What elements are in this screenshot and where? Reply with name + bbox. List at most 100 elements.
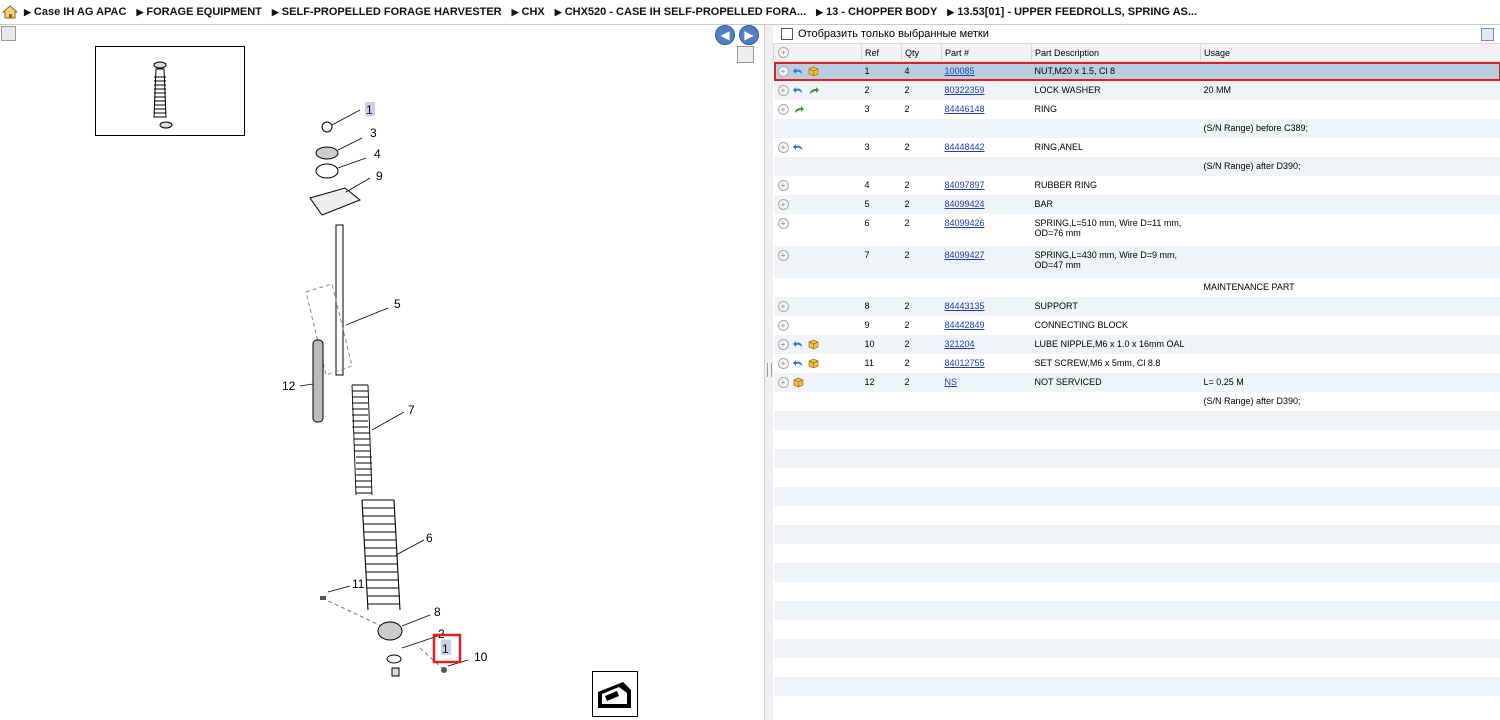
breadcrumb-item-4[interactable]: ▶ CHX520 - CASE IH SELF-PROPELLED FORA... bbox=[555, 6, 806, 18]
package-icon[interactable] bbox=[793, 377, 804, 388]
table-row[interactable]: +2 2 80322359 LOCK WASHER 20 MM bbox=[773, 80, 1500, 100]
header-part[interactable]: Part # bbox=[941, 43, 1032, 62]
breadcrumb-item-6[interactable]: ▶ 13.53[01] - UPPER FEEDROLLS, SPRING AS.… bbox=[947, 6, 1197, 18]
add-to-cart-icon[interactable]: + bbox=[777, 338, 789, 350]
table-row[interactable]: +6 2 84099426 SPRING,L=510 mm, Wire D=11 mm… bbox=[774, 214, 1500, 246]
callout-10[interactable]: 10 bbox=[474, 650, 488, 664]
part-number-link[interactable]: 80322359 bbox=[945, 85, 985, 95]
undo-icon[interactable] bbox=[792, 339, 804, 350]
part-number-link[interactable]: 84442849 bbox=[945, 320, 985, 330]
add-to-cart-icon[interactable]: + bbox=[777, 141, 789, 153]
table-row[interactable]: +1 4 100085 NUT,M20 x 1.5, Cl 8 bbox=[773, 61, 1500, 81]
table-row[interactable]: MAINTENANCE PART bbox=[774, 278, 1500, 297]
undo-icon[interactable] bbox=[792, 142, 804, 153]
ref-cell: 3 bbox=[864, 141, 870, 152]
table-row[interactable]: +3 2 84448442 RING,ANEL bbox=[774, 138, 1500, 157]
callout-9[interactable]: 9 bbox=[376, 169, 383, 183]
package-icon[interactable] bbox=[808, 66, 819, 77]
undo-icon[interactable] bbox=[792, 85, 804, 96]
header-description[interactable]: Part Description bbox=[1031, 43, 1201, 62]
header-ref[interactable]: Ref bbox=[861, 43, 902, 62]
add-to-cart-icon[interactable]: + bbox=[777, 217, 789, 229]
add-to-cart-icon[interactable]: + bbox=[777, 376, 789, 388]
zoom-out-icon[interactable] bbox=[592, 671, 638, 717]
usage-cell: (S/N Range) after D390; bbox=[1200, 156, 1500, 176]
table-row[interactable]: +10 2 321204 LUBE NIPPLE,M6 x 1.0 x 16mm OA… bbox=[773, 334, 1500, 354]
undo-icon[interactable] bbox=[792, 358, 804, 369]
add-to-cart-icon[interactable]: + bbox=[777, 300, 789, 312]
fit-view-button[interactable] bbox=[737, 46, 754, 63]
illustration-pane: ◀ ▶ 1 3 4 9 5 12 7 6 11 8 2 1 10 bbox=[0, 25, 764, 720]
package-icon[interactable] bbox=[808, 339, 819, 350]
add-to-cart-icon[interactable]: + bbox=[777, 179, 789, 191]
callout-3[interactable]: 3 bbox=[370, 126, 377, 140]
add-to-cart-icon[interactable]: + bbox=[777, 103, 789, 115]
add-to-cart-icon[interactable]: + bbox=[777, 66, 789, 78]
breadcrumb-item-1[interactable]: ▶ FORAGE EQUIPMENT bbox=[136, 6, 261, 18]
header-qty[interactable]: Qty bbox=[901, 43, 942, 62]
part-number-link[interactable]: 84446148 bbox=[945, 104, 985, 114]
splitter-grip-icon[interactable] bbox=[767, 363, 772, 377]
part-number-link[interactable]: NS bbox=[945, 377, 958, 387]
table-row[interactable]: +4 2 84097897 RUBBER RING bbox=[774, 176, 1500, 195]
callout-1-bottom[interactable]: 1 bbox=[442, 642, 449, 656]
row-actions-cell: + bbox=[773, 194, 862, 214]
breadcrumb-item-0[interactable]: ▶ Case IH AG APAC bbox=[24, 6, 126, 18]
callout-5[interactable]: 5 bbox=[394, 297, 401, 311]
part-number-link[interactable]: 84443135 bbox=[945, 301, 985, 311]
table-row[interactable]: +7 2 84099427 SPRING,L=430 mm, Wire D=9 mm,… bbox=[773, 245, 1500, 278]
part-number-link[interactable]: 84099424 bbox=[945, 199, 985, 209]
package-icon[interactable] bbox=[808, 358, 819, 369]
add-to-cart-icon[interactable]: + bbox=[777, 84, 789, 96]
breadcrumb-item-3[interactable]: ▶ CHX bbox=[512, 6, 545, 18]
row-actions-cell: + bbox=[773, 61, 862, 81]
add-to-cart-icon[interactable]: + bbox=[777, 357, 789, 369]
qty-cell: 2 bbox=[901, 334, 942, 354]
redo-icon[interactable] bbox=[793, 104, 804, 115]
callout-7[interactable]: 7 bbox=[408, 403, 415, 417]
breadcrumb-item-2[interactable]: ▶ SELF-PROPELLED FORAGE HARVESTER bbox=[272, 6, 502, 18]
undo-icon[interactable] bbox=[792, 66, 804, 77]
select-all-header[interactable]: + bbox=[773, 43, 862, 62]
callout-1-top[interactable]: 1 bbox=[366, 103, 373, 117]
callout-8[interactable]: 8 bbox=[434, 605, 441, 619]
show-selected-only-checkbox[interactable] bbox=[781, 28, 793, 40]
table-row[interactable]: +11 2 84012755 SET SCREW,M6 x 5mm, Cl 8.8 bbox=[774, 354, 1500, 373]
illustration-thumbnail[interactable] bbox=[95, 46, 245, 136]
redo-icon[interactable] bbox=[808, 85, 819, 96]
table-row[interactable]: (S/N Range) after D390; bbox=[774, 392, 1500, 411]
breadcrumb: ▶ Case IH AG APAC ▶ FORAGE EQUIPMENT ▶ SELF… bbox=[0, 0, 1500, 25]
part-number-link[interactable]: 84099427 bbox=[945, 250, 985, 260]
table-row[interactable]: +9 2 84442849 CONNECTING BLOCK bbox=[774, 316, 1500, 335]
table-row[interactable]: (S/N Range) after D390; bbox=[773, 156, 1500, 176]
table-row[interactable]: (S/N Range) before C389; bbox=[773, 118, 1500, 138]
previous-illustration-button[interactable]: ◀ bbox=[715, 25, 735, 45]
callout-6[interactable]: 6 bbox=[426, 531, 433, 545]
callout-4[interactable]: 4 bbox=[374, 147, 381, 161]
breadcrumb-item-5[interactable]: ▶ 13 - CHOPPER BODY bbox=[816, 6, 937, 18]
part-number-link[interactable]: 84448442 bbox=[945, 142, 985, 152]
add-to-cart-icon[interactable]: + bbox=[777, 249, 789, 261]
usage-cell: 20 MM bbox=[1200, 80, 1500, 100]
table-row[interactable]: +12 2 NS NOT SERVICED L= 0.25 M bbox=[773, 372, 1500, 392]
expand-icon[interactable] bbox=[1, 26, 16, 41]
qty-cell: 2 bbox=[904, 179, 910, 190]
empty-row bbox=[774, 620, 1500, 639]
part-number-link[interactable]: 100085 bbox=[945, 66, 975, 76]
add-to-cart-icon[interactable]: + bbox=[777, 319, 789, 331]
header-usage[interactable]: Usage bbox=[1200, 43, 1500, 62]
add-to-cart-icon[interactable]: + bbox=[777, 198, 789, 210]
part-number-link[interactable]: 321204 bbox=[945, 339, 975, 349]
callout-11[interactable]: 11 bbox=[352, 577, 365, 591]
ref-cell bbox=[862, 392, 902, 411]
table-row[interactable]: +8 2 84443135 SUPPORT bbox=[773, 296, 1500, 316]
grid-view-icon[interactable] bbox=[1481, 28, 1494, 41]
table-row[interactable]: +3 2 84446148 RING bbox=[774, 100, 1500, 119]
home-icon[interactable] bbox=[2, 5, 18, 19]
part-number-link[interactable]: 84097897 bbox=[945, 180, 985, 190]
table-row[interactable]: +5 2 84099424 BAR bbox=[773, 194, 1500, 214]
part-number-link[interactable]: 84099426 bbox=[945, 218, 985, 228]
callout-12[interactable]: 12 bbox=[282, 379, 296, 393]
part-number-link[interactable]: 84012755 bbox=[945, 358, 985, 368]
next-illustration-button[interactable]: ▶ bbox=[739, 25, 759, 45]
